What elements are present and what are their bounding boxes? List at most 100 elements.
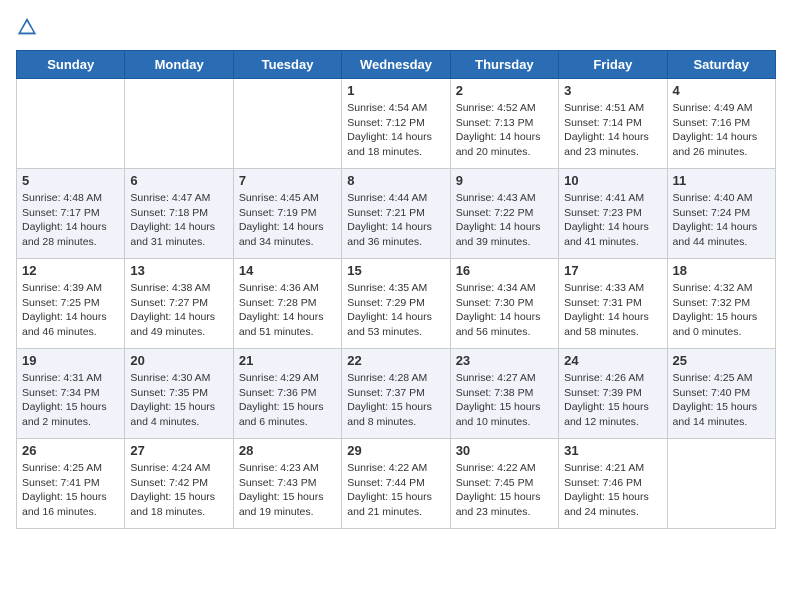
day-info: Sunrise: 4:43 AM Sunset: 7:22 PM Dayligh…: [456, 191, 553, 250]
day-number: 19: [22, 353, 119, 368]
day-info: Sunrise: 4:22 AM Sunset: 7:45 PM Dayligh…: [456, 461, 553, 520]
day-number: 15: [347, 263, 444, 278]
calendar-cell: 23 Sunrise: 4:27 AM Sunset: 7:38 PM Dayli…: [450, 349, 558, 439]
day-info: Sunrise: 4:23 AM Sunset: 7:43 PM Dayligh…: [239, 461, 336, 520]
day-number: 22: [347, 353, 444, 368]
calendar-cell: 30 Sunrise: 4:22 AM Sunset: 7:45 PM Dayli…: [450, 439, 558, 529]
day-number: 12: [22, 263, 119, 278]
calendar-cell: 29Sunrise: 4:22 AM Sunset: 7:44 PM Dayli…: [342, 439, 450, 529]
day-number: 24: [564, 353, 661, 368]
calendar-table: SundayMondayTuesdayWednesdayThursdayFrid…: [16, 50, 776, 529]
day-number: 27: [130, 443, 227, 458]
day-info: Sunrise: 4:28 AM Sunset: 7:37 PM Dayligh…: [347, 371, 444, 430]
calendar-cell: 28 Sunrise: 4:23 AM Sunset: 7:43 PM Dayli…: [233, 439, 341, 529]
day-number: 13: [130, 263, 227, 278]
calendar-week-5: 26 Sunrise: 4:25 AM Sunset: 7:41 PM Dayli…: [17, 439, 776, 529]
calendar-cell: 3 Sunrise: 4:51 AM Sunset: 7:14 PM Daylig…: [559, 79, 667, 169]
logo-icon: [16, 16, 38, 38]
day-number: 1: [347, 83, 444, 98]
day-info: Sunrise: 4:27 AM Sunset: 7:38 PM Dayligh…: [456, 371, 553, 430]
day-info: Sunrise: 4:22 AM Sunset: 7:44 PM Dayligh…: [347, 461, 444, 520]
calendar-cell: [667, 439, 775, 529]
weekday-header-thursday: Thursday: [450, 51, 558, 79]
day-info: Sunrise: 4:48 AM Sunset: 7:17 PM Dayligh…: [22, 191, 119, 250]
calendar-cell: 5Sunrise: 4:48 AM Sunset: 7:17 PM Daylig…: [17, 169, 125, 259]
calendar-cell: 2 Sunrise: 4:52 AM Sunset: 7:13 PM Daylig…: [450, 79, 558, 169]
day-info: Sunrise: 4:36 AM Sunset: 7:28 PM Dayligh…: [239, 281, 336, 340]
calendar-cell: 15 Sunrise: 4:35 AM Sunset: 7:29 PM Dayli…: [342, 259, 450, 349]
weekday-header-tuesday: Tuesday: [233, 51, 341, 79]
day-number: 23: [456, 353, 553, 368]
day-info: Sunrise: 4:33 AM Sunset: 7:31 PM Dayligh…: [564, 281, 661, 340]
day-number: 28: [239, 443, 336, 458]
calendar-cell: 21Sunrise: 4:29 AM Sunset: 7:36 PM Dayli…: [233, 349, 341, 439]
calendar-cell: 16 Sunrise: 4:34 AM Sunset: 7:30 PM Dayli…: [450, 259, 558, 349]
calendar-cell: 31Sunrise: 4:21 AM Sunset: 7:46 PM Dayli…: [559, 439, 667, 529]
day-info: Sunrise: 4:51 AM Sunset: 7:14 PM Dayligh…: [564, 101, 661, 160]
calendar-cell: [17, 79, 125, 169]
weekday-header-row: SundayMondayTuesdayWednesdayThursdayFrid…: [17, 51, 776, 79]
day-info: Sunrise: 4:32 AM Sunset: 7:32 PM Dayligh…: [673, 281, 770, 340]
calendar-week-2: 5Sunrise: 4:48 AM Sunset: 7:17 PM Daylig…: [17, 169, 776, 259]
calendar-cell: 18Sunrise: 4:32 AM Sunset: 7:32 PM Dayli…: [667, 259, 775, 349]
calendar-cell: 13Sunrise: 4:38 AM Sunset: 7:27 PM Dayli…: [125, 259, 233, 349]
day-number: 8: [347, 173, 444, 188]
calendar-cell: 26 Sunrise: 4:25 AM Sunset: 7:41 PM Dayli…: [17, 439, 125, 529]
day-info: Sunrise: 4:34 AM Sunset: 7:30 PM Dayligh…: [456, 281, 553, 340]
day-number: 2: [456, 83, 553, 98]
calendar-cell: [233, 79, 341, 169]
weekday-header-friday: Friday: [559, 51, 667, 79]
weekday-header-sunday: Sunday: [17, 51, 125, 79]
day-info: Sunrise: 4:30 AM Sunset: 7:35 PM Dayligh…: [130, 371, 227, 430]
calendar-cell: 10 Sunrise: 4:41 AM Sunset: 7:23 PM Dayli…: [559, 169, 667, 259]
page-header: [16, 16, 776, 38]
day-info: Sunrise: 4:49 AM Sunset: 7:16 PM Dayligh…: [673, 101, 770, 160]
calendar-cell: 27 Sunrise: 4:24 AM Sunset: 7:42 PM Dayli…: [125, 439, 233, 529]
day-info: Sunrise: 4:41 AM Sunset: 7:23 PM Dayligh…: [564, 191, 661, 250]
calendar-cell: 24 Sunrise: 4:26 AM Sunset: 7:39 PM Dayli…: [559, 349, 667, 439]
calendar-cell: 9 Sunrise: 4:43 AM Sunset: 7:22 PM Daylig…: [450, 169, 558, 259]
day-info: Sunrise: 4:24 AM Sunset: 7:42 PM Dayligh…: [130, 461, 227, 520]
logo: [16, 16, 42, 38]
day-info: Sunrise: 4:25 AM Sunset: 7:40 PM Dayligh…: [673, 371, 770, 430]
calendar-cell: 7 Sunrise: 4:45 AM Sunset: 7:19 PM Daylig…: [233, 169, 341, 259]
day-number: 20: [130, 353, 227, 368]
calendar-cell: 20 Sunrise: 4:30 AM Sunset: 7:35 PM Dayli…: [125, 349, 233, 439]
day-info: Sunrise: 4:52 AM Sunset: 7:13 PM Dayligh…: [456, 101, 553, 160]
day-number: 25: [673, 353, 770, 368]
day-number: 9: [456, 173, 553, 188]
calendar-cell: 1Sunrise: 4:54 AM Sunset: 7:12 PM Daylig…: [342, 79, 450, 169]
calendar-cell: 19Sunrise: 4:31 AM Sunset: 7:34 PM Dayli…: [17, 349, 125, 439]
day-number: 10: [564, 173, 661, 188]
calendar-cell: 11 Sunrise: 4:40 AM Sunset: 7:24 PM Dayli…: [667, 169, 775, 259]
day-info: Sunrise: 4:40 AM Sunset: 7:24 PM Dayligh…: [673, 191, 770, 250]
day-number: 26: [22, 443, 119, 458]
day-number: 7: [239, 173, 336, 188]
day-number: 17: [564, 263, 661, 278]
day-number: 30: [456, 443, 553, 458]
day-info: Sunrise: 4:39 AM Sunset: 7:25 PM Dayligh…: [22, 281, 119, 340]
calendar-cell: 17 Sunrise: 4:33 AM Sunset: 7:31 PM Dayli…: [559, 259, 667, 349]
day-info: Sunrise: 4:26 AM Sunset: 7:39 PM Dayligh…: [564, 371, 661, 430]
day-info: Sunrise: 4:25 AM Sunset: 7:41 PM Dayligh…: [22, 461, 119, 520]
day-info: Sunrise: 4:47 AM Sunset: 7:18 PM Dayligh…: [130, 191, 227, 250]
day-number: 6: [130, 173, 227, 188]
calendar-cell: 14 Sunrise: 4:36 AM Sunset: 7:28 PM Dayli…: [233, 259, 341, 349]
day-info: Sunrise: 4:45 AM Sunset: 7:19 PM Dayligh…: [239, 191, 336, 250]
day-number: 3: [564, 83, 661, 98]
calendar-cell: 22 Sunrise: 4:28 AM Sunset: 7:37 PM Dayli…: [342, 349, 450, 439]
day-info: Sunrise: 4:21 AM Sunset: 7:46 PM Dayligh…: [564, 461, 661, 520]
day-number: 4: [673, 83, 770, 98]
calendar-cell: 25 Sunrise: 4:25 AM Sunset: 7:40 PM Dayli…: [667, 349, 775, 439]
day-number: 16: [456, 263, 553, 278]
day-info: Sunrise: 4:35 AM Sunset: 7:29 PM Dayligh…: [347, 281, 444, 340]
day-number: 14: [239, 263, 336, 278]
day-number: 11: [673, 173, 770, 188]
weekday-header-wednesday: Wednesday: [342, 51, 450, 79]
calendar-week-4: 19Sunrise: 4:31 AM Sunset: 7:34 PM Dayli…: [17, 349, 776, 439]
calendar-week-1: 1Sunrise: 4:54 AM Sunset: 7:12 PM Daylig…: [17, 79, 776, 169]
day-number: 21: [239, 353, 336, 368]
calendar-cell: 6 Sunrise: 4:47 AM Sunset: 7:18 PM Daylig…: [125, 169, 233, 259]
calendar-body: 1Sunrise: 4:54 AM Sunset: 7:12 PM Daylig…: [17, 79, 776, 529]
calendar-week-3: 12 Sunrise: 4:39 AM Sunset: 7:25 PM Dayli…: [17, 259, 776, 349]
